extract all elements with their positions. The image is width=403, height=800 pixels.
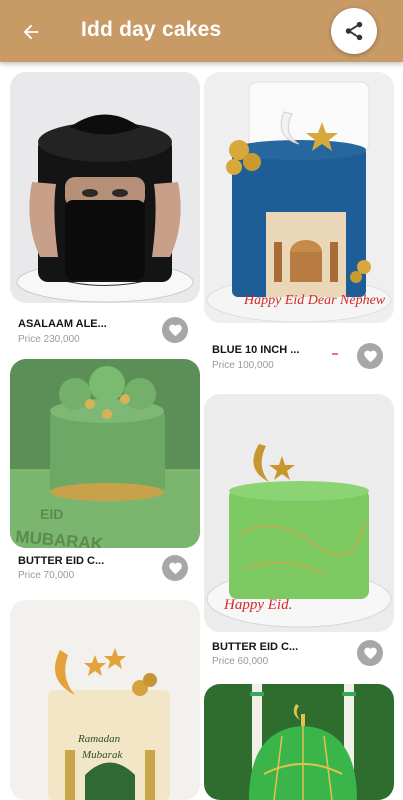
favorite-button[interactable] <box>162 317 188 343</box>
svg-text:Mubarak: Mubarak <box>81 749 123 761</box>
heart-icon <box>168 562 182 574</box>
product-card[interactable]: ASALAAM ALE... Price 230,000 <box>10 72 200 345</box>
app-bar: Idd day cakes <box>0 0 403 62</box>
product-name: BUTTER EID C... <box>18 555 105 567</box>
product-card[interactable]: Happy Eid Dear Nephew BLUE 10 INCH ... P… <box>204 72 394 372</box>
arrow-left-icon <box>23 24 39 40</box>
svg-text:EID: EID <box>40 506 63 522</box>
heart-icon <box>363 647 377 659</box>
product-card[interactable]: Happy Eid. BUTTER EID C... Price 60,000 <box>204 394 394 669</box>
product-image: Ramadan Mubarak <box>10 600 200 800</box>
product-name: BUTTER EID C... <box>212 641 299 653</box>
product-name: BLUE 10 INCH ... <box>212 344 300 356</box>
product-image: Happy Eid. <box>204 394 394 632</box>
svg-text:Happy Eid.: Happy Eid. <box>223 597 292 613</box>
product-image: Happy Eid Dear Nephew <box>204 72 394 323</box>
favorite-button[interactable] <box>357 640 383 666</box>
back-button[interactable] <box>14 16 48 48</box>
product-price: Price 230,000 <box>18 334 80 345</box>
favorite-button[interactable] <box>162 555 188 581</box>
discount-marker <box>332 353 338 355</box>
heart-icon <box>363 350 377 362</box>
page-title: Idd day cakes <box>81 18 222 41</box>
product-card[interactable]: EID MUBARAK BUTTER EID C... Price 70,000 <box>10 359 200 589</box>
product-price: Price 70,000 <box>18 570 75 581</box>
product-price: Price 100,000 <box>212 360 274 371</box>
product-name: ASALAAM ALE... <box>18 318 107 330</box>
heart-icon <box>168 324 182 336</box>
product-image: EID MUBARAK <box>10 359 200 548</box>
svg-text:Happy Eid Dear Nephew: Happy Eid Dear Nephew <box>243 293 386 308</box>
product-image <box>10 72 200 303</box>
share-icon <box>345 21 363 41</box>
product-card[interactable]: Ramadan Mubarak <box>10 600 200 800</box>
share-button[interactable] <box>331 8 377 54</box>
product-grid: ASALAAM ALE... Price 230,000 Happy Eid D… <box>0 62 403 800</box>
favorite-button[interactable] <box>357 343 383 369</box>
product-price: Price 60,000 <box>212 656 269 667</box>
product-card[interactable] <box>204 684 394 800</box>
svg-text:Ramadan: Ramadan <box>77 733 121 745</box>
product-image <box>204 684 394 800</box>
